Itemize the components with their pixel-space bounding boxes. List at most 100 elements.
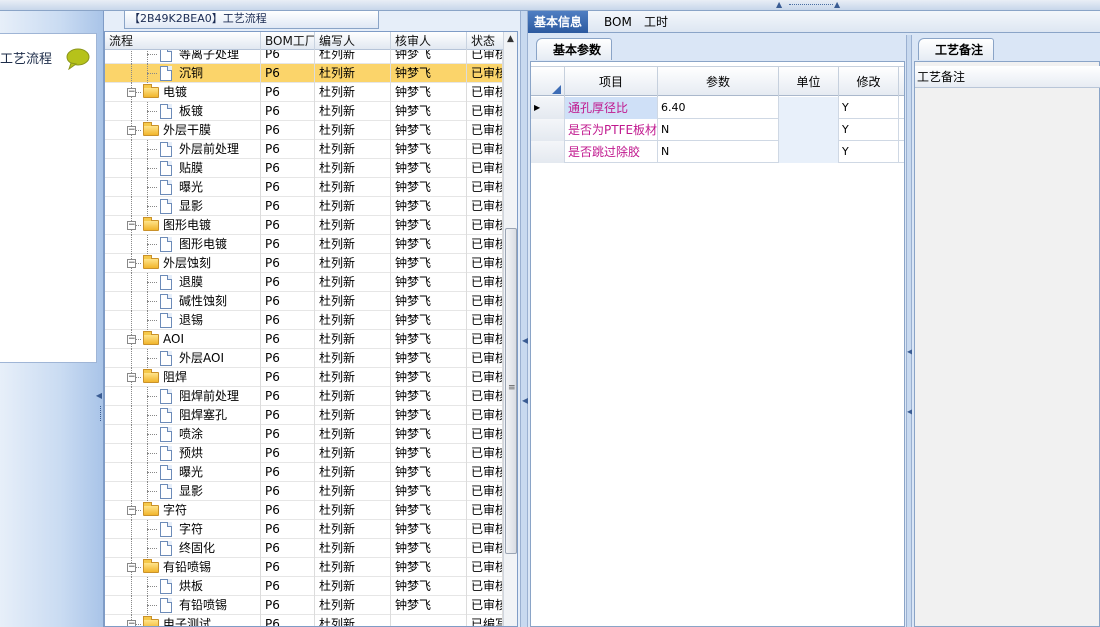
param-item-cell[interactable]: 是否跳过除胶: [565, 141, 658, 163]
tree-row[interactable]: 退锡 P6杜列新钟梦飞已审核: [105, 311, 503, 330]
col-header-writer[interactable]: 编写人: [315, 32, 391, 50]
tree-cell[interactable]: 贴膜: [105, 159, 261, 178]
row-header[interactable]: [531, 119, 565, 141]
tree-cell[interactable]: 终固化: [105, 539, 261, 558]
splitter-grip[interactable]: [789, 4, 833, 7]
tree-row[interactable]: − 外层干膜 P6杜列新钟梦飞已审核: [105, 121, 503, 140]
tree-cell[interactable]: 预烘: [105, 444, 261, 463]
scroll-up-icon[interactable]: ▲: [507, 34, 514, 44]
tree-row[interactable]: − 字符 P6杜列新钟梦飞已审核: [105, 501, 503, 520]
tree-row[interactable]: 外层前处理 P6杜列新钟梦飞已审核: [105, 140, 503, 159]
col-header-param[interactable]: 参数: [658, 67, 779, 97]
tree-row[interactable]: − AOI P6杜列新钟梦飞已审核: [105, 330, 503, 349]
tree-row[interactable]: 有铅喷锡 P6杜列新钟梦飞已审核: [105, 596, 503, 615]
left-splitter-grip[interactable]: [100, 406, 101, 421]
param-row[interactable]: ▶ 通孔厚径比 6.40 Y: [531, 97, 904, 119]
tab-basic-params[interactable]: 基本参数: [536, 38, 613, 60]
collapse-node-icon[interactable]: −: [127, 259, 136, 268]
tree-row[interactable]: 显影 P6杜列新钟梦飞已审核: [105, 197, 503, 216]
tree-row[interactable]: − 电镀 P6杜列新钟梦飞已审核: [105, 83, 503, 102]
tree-cell[interactable]: 退锡: [105, 311, 261, 330]
tree-cell[interactable]: − 阻焊: [105, 368, 261, 387]
tree-cell[interactable]: − AOI: [105, 330, 261, 349]
row-header[interactable]: [531, 141, 565, 163]
tree-cell[interactable]: − 图形电镀: [105, 216, 261, 235]
param-modify-cell[interactable]: Y: [839, 97, 899, 119]
tab-basic-info[interactable]: 基本信息: [528, 11, 589, 33]
tree-cell[interactable]: 曝光: [105, 463, 261, 482]
col-header-unit[interactable]: 单位: [779, 67, 839, 97]
param-row[interactable]: 是否跳过除胶 N Y: [531, 141, 904, 163]
row-header[interactable]: ▶: [531, 97, 565, 119]
tree-row[interactable]: − 外层蚀刻 P6杜列新钟梦飞已审核: [105, 254, 503, 273]
tree-cell[interactable]: 字符: [105, 520, 261, 539]
collapse-node-icon[interactable]: −: [127, 221, 136, 230]
collapse-node-icon[interactable]: −: [127, 506, 136, 515]
param-modify-cell[interactable]: Y: [839, 119, 899, 141]
tree-cell[interactable]: − 字符: [105, 501, 261, 520]
tree-cell[interactable]: 阻焊前处理: [105, 387, 261, 406]
col-header-status[interactable]: 状态: [467, 32, 503, 50]
tree-row[interactable]: − 有铅喷锡 P6杜列新钟梦飞已审核: [105, 558, 503, 577]
tree-row[interactable]: 喷涂 P6杜列新钟梦飞已审核: [105, 425, 503, 444]
tree-cell[interactable]: − 电镀: [105, 83, 261, 102]
tree-vertical-scrollbar[interactable]: ▲ ≡: [503, 32, 517, 626]
tree-row[interactable]: 贴膜 P6杜列新钟梦飞已审核: [105, 159, 503, 178]
param-item-cell[interactable]: 是否为PTFE板材: [565, 119, 658, 141]
param-row[interactable]: 是否为PTFE板材 N Y: [531, 119, 904, 141]
param-value-cell[interactable]: 6.40: [658, 97, 779, 119]
collapse-up-icon[interactable]: ▲: [776, 1, 782, 9]
process-notes-box[interactable]: 工艺备注: [914, 61, 1100, 627]
tree-cell[interactable]: 烘板: [105, 577, 261, 596]
tree-cell[interactable]: 碱性蚀刻: [105, 292, 261, 311]
speech-bubble-icon[interactable]: [66, 48, 90, 73]
collapse-left-icon[interactable]: ◀: [96, 391, 102, 400]
tree-cell[interactable]: − 外层干膜: [105, 121, 261, 140]
tree-cell[interactable]: 曝光: [105, 178, 261, 197]
param-unit-cell[interactable]: [779, 119, 839, 141]
collapse-up-icon-2[interactable]: ▲: [834, 1, 840, 9]
col-header-bom-factory[interactable]: BOM工厂: [261, 32, 315, 50]
tree-row[interactable]: − 阻焊 P6杜列新钟梦飞已审核: [105, 368, 503, 387]
tree-row[interactable]: 图形电镀 P6杜列新钟梦飞已审核: [105, 235, 503, 254]
tree-cell[interactable]: 显影: [105, 197, 261, 216]
tree-cell[interactable]: − 外层蚀刻: [105, 254, 261, 273]
tree-cell[interactable]: 外层AOI: [105, 349, 261, 368]
mid-right-splitter[interactable]: ◀ ◀: [520, 11, 528, 627]
param-item-cell[interactable]: 通孔厚径比: [565, 97, 658, 119]
tree-row[interactable]: 终固化 P6杜列新钟梦飞已审核: [105, 539, 503, 558]
tree-row[interactable]: 沉铜 P6杜列新钟梦飞已审核: [105, 64, 503, 83]
col-header-modify[interactable]: 修改: [839, 67, 899, 97]
tree-row[interactable]: − 电子测试 P6杜列新 已编写: [105, 615, 503, 626]
tree-cell[interactable]: 有铅喷锡: [105, 596, 261, 615]
col-header-process[interactable]: 流程: [105, 32, 261, 50]
collapse-node-icon[interactable]: −: [127, 126, 136, 135]
tree-row[interactable]: 碱性蚀刻 P6杜列新钟梦飞已审核: [105, 292, 503, 311]
tree-cell[interactable]: − 有铅喷锡: [105, 558, 261, 577]
col-header-item[interactable]: 项目: [565, 67, 658, 97]
tree-cell[interactable]: 沉铜: [105, 64, 261, 83]
scroll-thumb[interactable]: ≡: [505, 228, 517, 554]
tree-row[interactable]: 烘板 P6杜列新钟梦飞已审核: [105, 577, 503, 596]
col-header-reviewer[interactable]: 核审人: [391, 32, 467, 50]
tree-row[interactable]: 显影 P6杜列新钟梦飞已审核: [105, 482, 503, 501]
tree-row[interactable]: 曝光 P6杜列新钟梦飞已审核: [105, 178, 503, 197]
tree-cell[interactable]: 显影: [105, 482, 261, 501]
collapse-node-icon[interactable]: −: [127, 620, 136, 626]
tree-cell[interactable]: 阻焊塞孔: [105, 406, 261, 425]
param-unit-cell[interactable]: [779, 141, 839, 163]
tree-row[interactable]: 退膜 P6杜列新钟梦飞已审核: [105, 273, 503, 292]
param-value-cell[interactable]: N: [658, 141, 779, 163]
tab-work-hours[interactable]: 工时: [638, 11, 674, 33]
grid-corner-select-all[interactable]: [531, 67, 565, 97]
tree-cell[interactable]: 退膜: [105, 273, 261, 292]
tree-row[interactable]: 外层AOI P6杜列新钟梦飞已审核: [105, 349, 503, 368]
tree-row[interactable]: 板镀 P6杜列新钟梦飞已审核: [105, 102, 503, 121]
param-unit-cell[interactable]: [779, 97, 839, 119]
tree-cell[interactable]: 板镀: [105, 102, 261, 121]
tree-row[interactable]: 阻焊前处理 P6杜列新钟梦飞已审核: [105, 387, 503, 406]
tree-row[interactable]: 阻焊塞孔 P6杜列新钟梦飞已审核: [105, 406, 503, 425]
tree-row[interactable]: − 图形电镀 P6杜列新钟梦飞已审核: [105, 216, 503, 235]
tree-cell[interactable]: 图形电镀: [105, 235, 261, 254]
param-modify-cell[interactable]: Y: [839, 141, 899, 163]
